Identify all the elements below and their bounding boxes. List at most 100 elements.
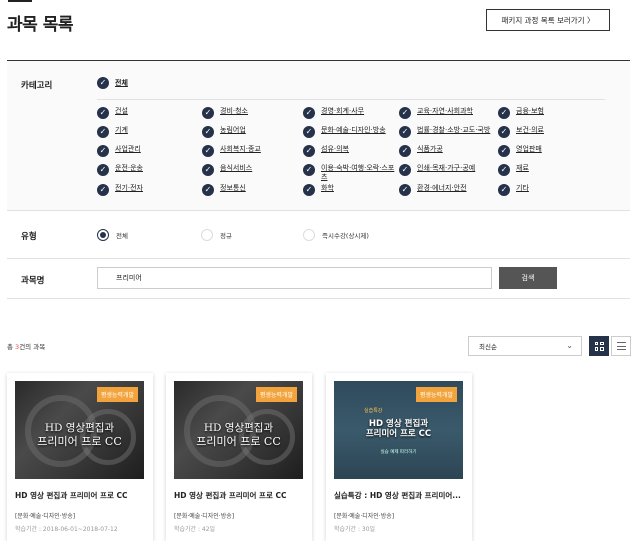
category-checkbox-label: 인쇄·목재·가구·공예: [417, 164, 476, 172]
category-checkbox-label: 전기·전자: [115, 184, 143, 192]
course-badge: 평생능력개발: [415, 387, 457, 402]
check-icon: ✓: [498, 184, 510, 196]
filter-panel: 카테고리 ✓ 전체 ✓ 건설 ✓ 경비·청소 ✓ 경영·회계·사무 ✓ 교육·자연·사회과학 ✓…: [7, 60, 630, 299]
category-checkbox[interactable]: ✓ 경비·청소: [202, 107, 248, 119]
check-icon: ✓: [303, 126, 315, 138]
course-title[interactable]: 실습특강 : HD 영상 편집과 프리미어...: [334, 490, 466, 501]
check-icon: ✓: [498, 145, 510, 157]
category-checkbox[interactable]: ✓ 인쇄·목재·가구·공예: [399, 164, 475, 176]
sort-select[interactable]: 최신순 ⌄: [468, 336, 582, 356]
package-list-button[interactable]: 패키지 과정 목록 보러가기 〉: [486, 9, 610, 31]
category-checkbox[interactable]: ✓ 교육·자연·사회과학: [399, 107, 473, 119]
thumbnail-subtitle: 실습 예제 따라하기: [380, 450, 417, 455]
course-badge: 평생능력개발: [255, 387, 297, 402]
check-icon: ✓: [97, 77, 109, 89]
check-icon: ✓: [303, 164, 315, 176]
category-checkbox[interactable]: ✓ 기타: [498, 184, 529, 196]
chevron-down-icon: ⌄: [566, 341, 573, 350]
category-checkbox-label: 운전·운송: [115, 164, 143, 172]
check-icon: ✓: [498, 164, 510, 176]
type-radio-label: 전체: [116, 232, 128, 240]
check-icon: ✓: [202, 145, 214, 157]
category-checkbox-label: 금융·보험: [516, 107, 544, 115]
course-period: 학습기간 : 30일: [334, 526, 376, 533]
category-checkbox[interactable]: ✓ 이용·숙박·여행·오락·스포츠: [303, 164, 397, 182]
course-category: [문화·예술·디자인·방송]: [15, 513, 76, 520]
category-checkbox-label: 식품가공: [417, 145, 443, 153]
category-checkbox-label: 기계: [115, 126, 128, 134]
category-checkbox-label: 법률·경찰·소방·교도·국방: [417, 126, 491, 134]
check-icon: ✓: [202, 164, 214, 176]
list-view-button[interactable]: [611, 336, 631, 356]
category-checkbox[interactable]: ✓ 환경·에너지·안전: [399, 184, 467, 196]
thumbnail-tag: 실습특강: [364, 408, 383, 414]
category-checkbox[interactable]: ✓ 보건·의료: [498, 126, 544, 138]
check-icon: ✓: [97, 126, 109, 138]
check-icon: ✓: [97, 164, 109, 176]
course-card[interactable]: 평생능력개발 실습특강 HD 영상 편집과 프리미어 프로 CC 실습 예제 따라…: [326, 373, 472, 541]
category-checkbox[interactable]: ✓ 문화·예술·디자인·방송: [303, 126, 386, 138]
category-checkbox-label: 교육·자연·사회과학: [417, 107, 473, 115]
category-checkbox[interactable]: ✓ 재료: [498, 164, 529, 176]
check-icon: ✓: [97, 184, 109, 196]
category-checkbox[interactable]: ✓ 화학: [303, 184, 334, 196]
course-thumbnail: 평생능력개발 실습특강 HD 영상 편집과 프리미어 프로 CC 실습 예제 따라…: [334, 381, 463, 479]
search-input[interactable]: [97, 267, 492, 289]
check-icon: ✓: [202, 126, 214, 138]
course-title[interactable]: HD 영상 편집과 프리미어 프로 CC: [174, 490, 306, 501]
type-radio-instant[interactable]: 즉시수강(상시제): [303, 229, 369, 241]
check-icon: ✓: [303, 145, 315, 157]
category-checkbox[interactable]: ✓ 전기·전자: [97, 184, 143, 196]
type-radio-all[interactable]: 전체: [97, 229, 128, 241]
category-checkbox-label: 환경·에너지·안전: [417, 184, 467, 192]
check-icon: ✓: [399, 145, 411, 157]
thumbnail-title: HD 영상편집과 프리미어 프로 CC: [196, 422, 281, 448]
result-count: 총 3건의 과목: [7, 343, 46, 351]
category-divider: [97, 99, 605, 100]
category-checkbox[interactable]: ✓ 경영·회계·사무: [303, 107, 364, 119]
check-icon: ✓: [303, 107, 315, 119]
category-checkbox-label: 화학: [321, 184, 334, 192]
type-row: 유형 전체 정규 즉시수강(상시제): [7, 211, 630, 259]
type-radio-label: 즉시수강(상시제): [322, 232, 369, 240]
category-checkbox[interactable]: ✓ 운전·운송: [97, 164, 143, 176]
course-thumbnail: 평생능력개발 HD 영상편집과 프리미어 프로 CC: [174, 381, 303, 479]
course-category: [문화·예술·디자인·방송]: [174, 513, 235, 520]
category-checkbox-label: 정보통신: [220, 184, 246, 192]
category-checkbox[interactable]: ✓ 기계: [97, 126, 128, 138]
thumbnail-title: HD 영상 편집과 프리미어 프로 CC: [365, 419, 432, 439]
title-accent-bar: [8, 0, 32, 2]
sort-value: 최신순: [479, 343, 497, 351]
course-title[interactable]: HD 영상 편집과 프리미어 프로 CC: [15, 490, 147, 501]
page-title: 과목 목록: [7, 15, 73, 35]
course-category: [문화·예술·디자인·방송]: [334, 513, 395, 520]
course-period: 학습기간 : 42일: [174, 526, 216, 533]
category-checkbox[interactable]: ✓ 사회복지·종교: [202, 145, 261, 157]
name-label: 과목명: [21, 276, 45, 286]
search-button[interactable]: 검색: [499, 267, 557, 289]
thumbnail-title: HD 영상편집과 프리미어 프로 CC: [37, 422, 122, 448]
category-checkbox[interactable]: ✓ 음식서비스: [202, 164, 252, 176]
category-checkbox-label: 보건·의료: [516, 126, 544, 134]
type-label: 유형: [21, 232, 37, 242]
type-radio-regular[interactable]: 정규: [201, 229, 232, 241]
category-row: 카테고리 ✓ 전체 ✓ 건설 ✓ 경비·청소 ✓ 경영·회계·사무 ✓ 교육·자연·사회과학 ✓…: [7, 61, 630, 211]
check-icon: ✓: [399, 126, 411, 138]
check-icon: ✓: [202, 107, 214, 119]
category-checkbox[interactable]: ✓ 식품가공: [399, 145, 443, 157]
category-all[interactable]: ✓ 전체: [97, 77, 128, 89]
category-checkbox[interactable]: ✓ 법률·경찰·소방·교도·국방: [399, 126, 490, 138]
course-card[interactable]: 평생능력개발 HD 영상편집과 프리미어 프로 CC HD 영상 편집과 프리미어…: [166, 373, 312, 541]
category-checkbox[interactable]: ✓ 섬유·의복: [303, 145, 349, 157]
category-checkbox[interactable]: ✓ 건설: [97, 107, 128, 119]
category-checkbox[interactable]: ✓ 정보통신: [202, 184, 246, 196]
category-checkbox[interactable]: ✓ 금융·보험: [498, 107, 544, 119]
course-card[interactable]: 평생능력개발 HD 영상편집과 프리미어 프로 CC HD 영상 편집과 프리미어…: [7, 373, 153, 541]
radio-icon: [201, 229, 213, 241]
check-icon: ✓: [97, 145, 109, 157]
type-radio-label: 정규: [220, 232, 232, 240]
category-checkbox[interactable]: ✓ 농림어업: [202, 126, 246, 138]
category-checkbox[interactable]: ✓ 영업판매: [498, 145, 542, 157]
category-checkbox[interactable]: ✓ 사업관리: [97, 145, 141, 157]
grid-view-button[interactable]: [589, 336, 609, 356]
